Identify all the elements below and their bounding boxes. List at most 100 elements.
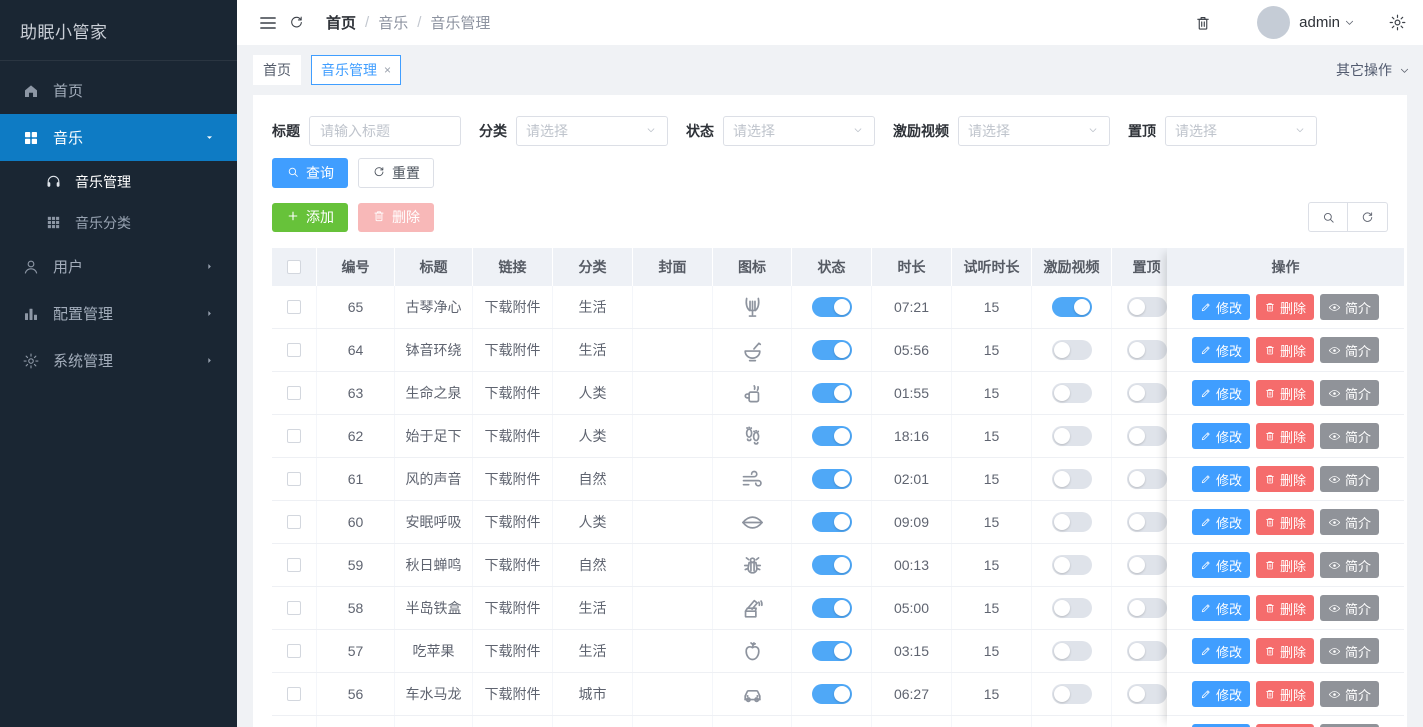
delete-button[interactable]: 删除	[1256, 638, 1314, 664]
breadcrumb-item[interactable]: 首页	[326, 12, 356, 33]
delete-button[interactable]: 删除	[1256, 509, 1314, 535]
sidebar-item-system[interactable]: 系统管理	[0, 337, 237, 384]
cell-link[interactable]: 下载附件	[473, 544, 553, 586]
cell-link[interactable]: 下载附件	[473, 415, 553, 457]
table-search-button[interactable]	[1308, 202, 1348, 232]
info-button[interactable]: 简介	[1320, 466, 1379, 492]
top-toggle[interactable]	[1127, 426, 1167, 446]
select-all-checkbox[interactable]	[287, 260, 301, 274]
sidebar-item-config[interactable]: 配置管理	[0, 290, 237, 337]
row-checkbox[interactable]	[287, 300, 301, 314]
delete-button[interactable]: 删除	[1256, 294, 1314, 320]
edit-button[interactable]: 修改	[1192, 423, 1250, 449]
cell-link[interactable]: 下载附件	[473, 587, 553, 629]
status-toggle[interactable]	[812, 297, 852, 317]
search-button[interactable]: 查询	[272, 158, 348, 188]
bulk-delete-button[interactable]: 删除	[358, 203, 434, 232]
trash-icon[interactable]	[1189, 9, 1217, 37]
row-checkbox[interactable]	[287, 515, 301, 529]
info-button[interactable]: 简介	[1320, 638, 1379, 664]
add-button[interactable]: 添加	[272, 203, 348, 232]
top-select[interactable]: 请选择	[1165, 116, 1317, 146]
cell-link[interactable]: 下载附件	[473, 673, 553, 715]
reward-video-toggle[interactable]	[1052, 383, 1092, 403]
row-checkbox[interactable]	[287, 472, 301, 486]
cell-link[interactable]: 下载附件	[473, 372, 553, 414]
tab-home[interactable]: 首页	[253, 55, 301, 85]
avatar[interactable]	[1257, 6, 1290, 39]
reward-video-toggle[interactable]	[1052, 598, 1092, 618]
edit-button[interactable]: 修改	[1192, 466, 1250, 492]
cell-link[interactable]: 下载附件	[473, 458, 553, 500]
row-checkbox[interactable]	[287, 601, 301, 615]
edit-button[interactable]: 修改	[1192, 509, 1250, 535]
top-toggle[interactable]	[1127, 598, 1167, 618]
info-button[interactable]: 简介	[1320, 595, 1379, 621]
user-menu-label[interactable]: admin	[1299, 14, 1340, 31]
cell-link[interactable]: 下载附件	[473, 329, 553, 371]
status-toggle[interactable]	[812, 469, 852, 489]
breadcrumb-item[interactable]: 音乐	[378, 12, 408, 33]
top-toggle[interactable]	[1127, 684, 1167, 704]
reset-button[interactable]: 重置	[358, 158, 434, 188]
table-refresh-button[interactable]	[1348, 202, 1388, 232]
info-button[interactable]: 简介	[1320, 552, 1379, 578]
menu-fold-icon[interactable]	[254, 9, 282, 37]
edit-button[interactable]: 修改	[1192, 552, 1250, 578]
title-input[interactable]	[309, 116, 461, 146]
top-toggle[interactable]	[1127, 469, 1167, 489]
delete-button[interactable]: 删除	[1256, 681, 1314, 707]
row-checkbox[interactable]	[287, 343, 301, 357]
reward-video-toggle[interactable]	[1052, 684, 1092, 704]
delete-button[interactable]: 删除	[1256, 466, 1314, 492]
info-button[interactable]: 简介	[1320, 294, 1379, 320]
cell-link[interactable]: 下载附件	[473, 286, 553, 328]
reward-video-toggle[interactable]	[1052, 297, 1092, 317]
status-toggle[interactable]	[812, 426, 852, 446]
reward-video-toggle[interactable]	[1052, 340, 1092, 360]
status-toggle[interactable]	[812, 555, 852, 575]
top-toggle[interactable]	[1127, 340, 1167, 360]
reward-video-toggle[interactable]	[1052, 512, 1092, 532]
info-button[interactable]: 简介	[1320, 509, 1379, 535]
row-checkbox[interactable]	[287, 386, 301, 400]
row-checkbox[interactable]	[287, 687, 301, 701]
edit-button[interactable]: 修改	[1192, 294, 1250, 320]
breadcrumb-item[interactable]: 音乐管理	[430, 12, 490, 33]
status-toggle[interactable]	[812, 641, 852, 661]
cell-link[interactable]: 下载附件	[473, 630, 553, 672]
reward-video-toggle[interactable]	[1052, 555, 1092, 575]
edit-button[interactable]: 修改	[1192, 337, 1250, 363]
category-select[interactable]: 请选择	[516, 116, 668, 146]
status-toggle[interactable]	[812, 598, 852, 618]
sidebar-item-music[interactable]: 音乐	[0, 114, 237, 161]
status-toggle[interactable]	[812, 340, 852, 360]
close-tab-icon[interactable]: ×	[384, 64, 391, 76]
info-button[interactable]: 简介	[1320, 380, 1379, 406]
edit-button[interactable]: 修改	[1192, 595, 1250, 621]
row-checkbox[interactable]	[287, 558, 301, 572]
sidebar-item-home[interactable]: 首页	[0, 67, 237, 114]
status-toggle[interactable]	[812, 684, 852, 704]
reward-video-toggle[interactable]	[1052, 469, 1092, 489]
status-toggle[interactable]	[812, 383, 852, 403]
delete-button[interactable]: 删除	[1256, 380, 1314, 406]
edit-button[interactable]: 修改	[1192, 380, 1250, 406]
reward-video-toggle[interactable]	[1052, 641, 1092, 661]
refresh-icon[interactable]	[282, 9, 310, 37]
top-toggle[interactable]	[1127, 383, 1167, 403]
settings-gear-icon[interactable]	[1383, 9, 1411, 37]
info-button[interactable]: 简介	[1320, 337, 1379, 363]
sidebar-item-music-manage[interactable]: 音乐管理	[0, 161, 237, 202]
top-toggle[interactable]	[1127, 641, 1167, 661]
delete-button[interactable]: 删除	[1256, 423, 1314, 449]
tab-music-manage[interactable]: 音乐管理×	[311, 55, 401, 85]
info-button[interactable]: 简介	[1320, 681, 1379, 707]
edit-button[interactable]: 修改	[1192, 681, 1250, 707]
row-checkbox[interactable]	[287, 644, 301, 658]
status-select[interactable]: 请选择	[723, 116, 875, 146]
row-checkbox[interactable]	[287, 429, 301, 443]
more-actions-dropdown[interactable]: 其它操作	[1336, 60, 1412, 80]
top-toggle[interactable]	[1127, 555, 1167, 575]
delete-button[interactable]: 删除	[1256, 595, 1314, 621]
